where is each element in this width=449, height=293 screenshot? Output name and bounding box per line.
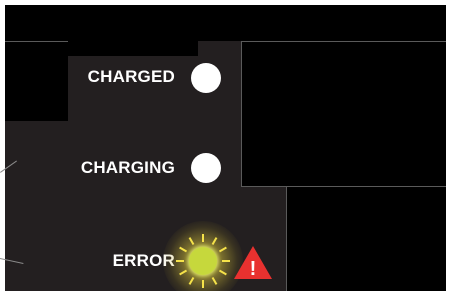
glow-ray (202, 280, 204, 288)
redaction-block-strip (68, 41, 198, 56)
redaction-block-top (5, 5, 446, 41)
block-edge (5, 41, 68, 42)
glow-ray (176, 260, 184, 262)
charging-led-indicator (191, 153, 221, 183)
charging-label: CHARGING (80, 158, 175, 177)
status-panel: CHARGED CHARGING ERROR ! (5, 5, 446, 291)
redaction-block-right-lower (286, 185, 446, 291)
charged-label: CHARGED (87, 67, 175, 86)
glow-ray (202, 234, 204, 242)
charged-led-indicator (191, 63, 221, 93)
warning-exclamation: ! (250, 258, 257, 280)
error-led-indicator (189, 247, 217, 275)
block-edge (286, 186, 287, 291)
redaction-block-left (5, 39, 68, 121)
block-edge (241, 41, 242, 187)
block-edge (241, 41, 446, 42)
glow-ray (222, 260, 230, 262)
block-edge (286, 186, 446, 187)
block-edge (241, 186, 286, 187)
warning-triangle-icon: ! (234, 246, 272, 280)
redaction-block-right (241, 41, 446, 187)
